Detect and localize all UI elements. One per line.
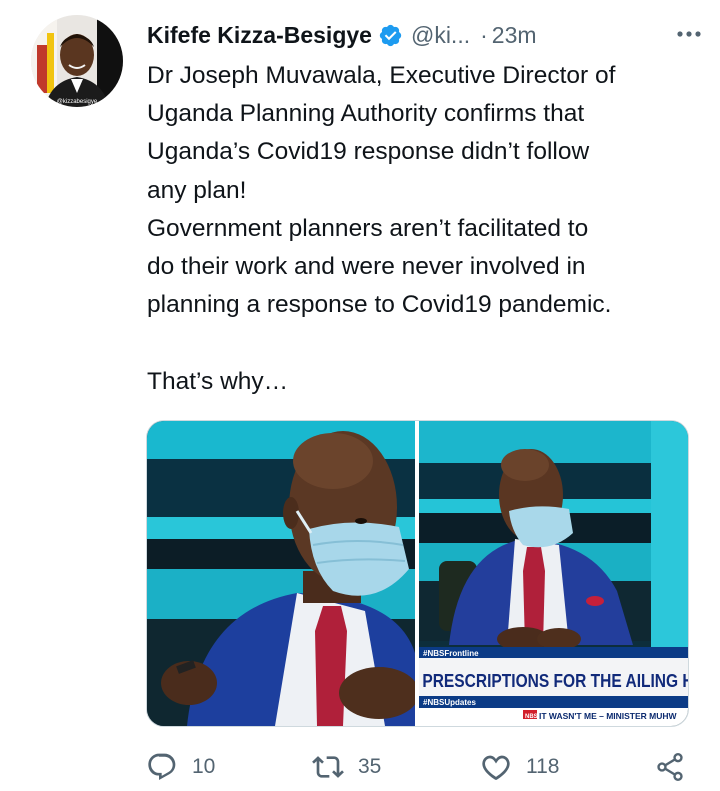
share-icon <box>657 753 683 781</box>
tweet-text-line: do their work and were never involved in <box>147 253 586 281</box>
tweet-text-line: Uganda’s Covid19 response didn’t follow <box>147 138 590 166</box>
tweet-text-blank-line <box>147 324 707 362</box>
retweet-button[interactable]: 35 <box>312 748 381 786</box>
tweet-header: Kifefe Kizza-Besigye @ki... · 23m <box>147 18 700 52</box>
tweet-media[interactable]: #NBSFrontline PRESCRIPTIONS FOR THE AILI… <box>146 420 689 727</box>
media-photo-2[interactable]: #NBSFrontline PRESCRIPTIONS FOR THE AILI… <box>419 421 688 726</box>
media-sub-tag: #NBSUpdates <box>423 698 476 707</box>
reply-icon <box>148 753 176 780</box>
media-channel-badge: NBS <box>525 714 538 720</box>
author-avatar[interactable]: @kizzabesigye <box>31 15 123 107</box>
heart-icon <box>482 755 510 780</box>
tweet-text: Dr Joseph Muvawala, Executive Director o… <box>147 57 707 401</box>
more-options-icon[interactable] <box>672 20 706 48</box>
reply-count: 10 <box>192 755 216 778</box>
retweet-count: 35 <box>358 755 382 778</box>
tweet-text-line: any plan! <box>147 176 247 204</box>
retweet-icon <box>312 756 344 778</box>
like-button[interactable]: 118 <box>480 748 559 786</box>
tweet-text-line: That’s why… <box>147 367 289 395</box>
media-ticker: IT WASN'T ME – MINISTER MUHW <box>539 711 678 721</box>
author-name[interactable]: Kifefe Kizza-Besigye <box>147 22 372 49</box>
separator-dot: · <box>480 21 488 48</box>
like-count: 118 <box>526 755 560 778</box>
timestamp[interactable]: 23m <box>492 22 537 49</box>
tweet-text-line: planning a response to Covid19 pandemic. <box>147 291 612 319</box>
reply-button[interactable]: 10 <box>146 748 215 786</box>
tweet-text-line: Uganda Planning Authority confirms that <box>147 100 585 128</box>
author-handle[interactable]: @ki... <box>411 22 470 49</box>
verified-badge-icon <box>378 23 403 48</box>
avatar-caption: @kizzabesigye <box>57 99 98 105</box>
tweet-text-line: Government planners aren’t facilitated t… <box>147 214 589 242</box>
share-button[interactable] <box>654 748 686 786</box>
tweet-actions: 10 35 118 <box>146 748 692 786</box>
media-photo-1[interactable] <box>147 421 419 726</box>
media-headline: PRESCRIPTIONS FOR THE AILING HEALTH S <box>422 671 688 692</box>
tweet-text-line: Dr Joseph Muvawala, Executive Director o… <box>147 62 616 89</box>
media-banner-tag: #NBSFrontline <box>423 649 479 658</box>
